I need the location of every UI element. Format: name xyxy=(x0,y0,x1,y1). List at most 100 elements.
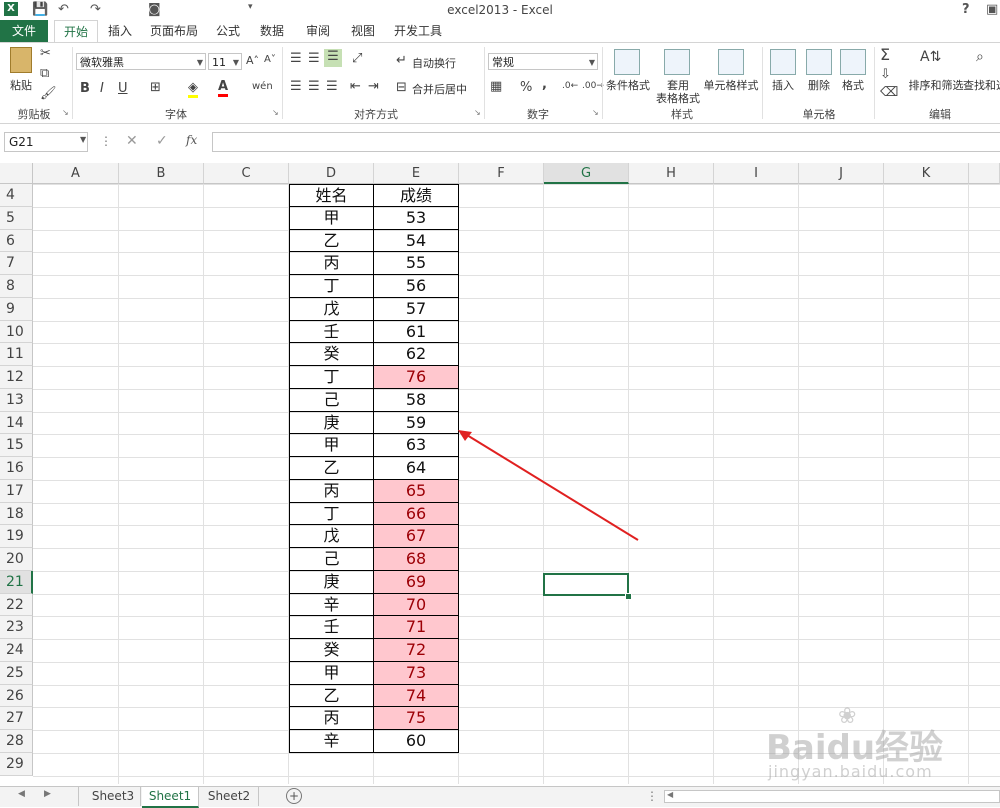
table-cell-name[interactable]: 乙 xyxy=(289,229,374,253)
sheet-tab-sheet1[interactable]: Sheet1 xyxy=(142,787,199,808)
dialog-launcher-icon[interactable]: ↘ xyxy=(62,108,69,117)
tab-insert[interactable]: 插入 xyxy=(100,20,140,42)
delete-cells-icon[interactable] xyxy=(806,49,832,75)
increase-decimal-icon[interactable]: .0← xyxy=(562,81,578,91)
row-header-7[interactable]: 7 xyxy=(0,252,33,275)
paste-button[interactable]: 粘贴 xyxy=(6,77,36,93)
row-header-12[interactable]: 12 xyxy=(0,366,33,389)
table-cell-score[interactable]: 66 xyxy=(374,502,459,526)
table-cell-name[interactable]: 庚 xyxy=(289,570,374,594)
row-header-18[interactable]: 18 xyxy=(0,502,33,526)
header-cell-name[interactable]: 姓名 xyxy=(289,184,374,207)
find-select-button[interactable]: 查找和选 xyxy=(963,77,1000,93)
row-header-8[interactable]: 8 xyxy=(0,275,33,298)
table-cell-score[interactable]: 67 xyxy=(374,525,459,548)
table-cell-score[interactable]: 73 xyxy=(374,661,459,685)
row-header-21[interactable]: 21 xyxy=(0,570,33,594)
scroll-right-icon[interactable]: ▶ xyxy=(44,789,51,799)
align-left-icon[interactable]: ☰ xyxy=(290,79,302,94)
table-cell-score[interactable]: 70 xyxy=(374,593,459,617)
cell-styles-icon[interactable] xyxy=(718,49,744,75)
column-header-k[interactable]: K xyxy=(884,163,969,184)
table-cell-name[interactable]: 庚 xyxy=(289,411,374,435)
sheet-tab-sheet3[interactable]: Sheet3 xyxy=(86,787,141,806)
row-header-10[interactable]: 10 xyxy=(0,320,33,344)
merge-center-icon[interactable]: ⊟ xyxy=(396,80,407,95)
conditional-formatting-icon[interactable] xyxy=(614,49,640,75)
row-header-27[interactable]: 27 xyxy=(0,707,33,730)
formula-input[interactable] xyxy=(212,132,1000,152)
table-cell-score[interactable]: 53 xyxy=(374,206,459,230)
row-header-20[interactable]: 20 xyxy=(0,548,33,571)
table-cell-score[interactable]: 55 xyxy=(374,252,459,275)
column-header-j[interactable]: J xyxy=(799,163,884,184)
tab-file[interactable]: 文件 xyxy=(0,20,48,42)
dialog-launcher-icon[interactable]: ↘ xyxy=(592,108,599,117)
table-cell-score[interactable]: 56 xyxy=(374,275,459,298)
decrease-font-icon[interactable]: A˅ xyxy=(264,54,276,65)
increase-indent-icon[interactable]: ⇥ xyxy=(368,79,379,94)
wrap-text-icon[interactable]: ↵ xyxy=(396,53,407,68)
column-header-d[interactable]: D xyxy=(289,163,374,184)
table-cell-score[interactable]: 74 xyxy=(374,684,459,708)
conditional-formatting-button[interactable]: 条件格式 xyxy=(604,77,652,93)
format-cells-button[interactable]: 格式 xyxy=(838,77,868,93)
phonetic-icon[interactable]: wén xyxy=(252,81,273,92)
table-cell-name[interactable]: 壬 xyxy=(289,320,374,344)
table-cell-name[interactable]: 癸 xyxy=(289,639,374,662)
italic-button[interactable]: I xyxy=(100,81,104,96)
copy-icon[interactable]: ⧉ xyxy=(40,66,49,81)
table-cell-score[interactable]: 59 xyxy=(374,411,459,435)
table-cell-name[interactable]: 甲 xyxy=(289,661,374,685)
table-cell-score[interactable]: 76 xyxy=(374,366,459,389)
row-header-5[interactable]: 5 xyxy=(0,206,33,230)
insert-cells-button[interactable]: 插入 xyxy=(768,77,798,93)
currency-icon[interactable]: ▦ xyxy=(490,79,502,94)
align-center-icon[interactable]: ☰ xyxy=(308,79,320,94)
table-cell-name[interactable]: 癸 xyxy=(289,343,374,366)
paste-icon[interactable] xyxy=(10,47,32,73)
table-cell-score[interactable]: 72 xyxy=(374,639,459,662)
tab-review[interactable]: 审阅 xyxy=(298,20,338,42)
table-cell-score[interactable]: 69 xyxy=(374,570,459,594)
column-header-b[interactable]: B xyxy=(119,163,204,184)
bold-button[interactable]: B xyxy=(80,81,90,96)
table-cell-score[interactable]: 64 xyxy=(374,457,459,480)
format-cells-icon[interactable] xyxy=(840,49,866,75)
merge-center-button[interactable]: 合并后居中 xyxy=(412,81,467,97)
tab-formulas[interactable]: 公式 xyxy=(208,20,248,42)
table-cell-name[interactable]: 丙 xyxy=(289,252,374,275)
table-cell-name[interactable]: 甲 xyxy=(289,434,374,457)
table-cell-score[interactable]: 60 xyxy=(374,730,459,753)
table-cell-name[interactable]: 丁 xyxy=(289,502,374,526)
add-sheet-icon[interactable]: + xyxy=(286,788,302,804)
row-header-9[interactable]: 9 xyxy=(0,297,33,321)
row-header-6[interactable]: 6 xyxy=(0,229,33,253)
fill-icon[interactable]: ⇩ xyxy=(880,67,891,82)
table-cell-score[interactable]: 57 xyxy=(374,297,459,321)
table-cell-name[interactable]: 壬 xyxy=(289,616,374,639)
borders-icon[interactable]: ⊞ xyxy=(150,80,161,95)
tab-data[interactable]: 数据 xyxy=(252,20,292,42)
table-cell-name[interactable]: 己 xyxy=(289,548,374,571)
table-cell-score[interactable]: 61 xyxy=(374,320,459,344)
more-options-icon[interactable]: ⋮ xyxy=(100,134,112,148)
align-middle-icon[interactable]: ☰ xyxy=(308,51,320,66)
decrease-indent-icon[interactable]: ⇤ xyxy=(350,79,361,94)
chevron-down-icon[interactable]: ▼ xyxy=(80,135,86,144)
selected-cell-g21[interactable] xyxy=(543,573,629,596)
select-all-corner[interactable] xyxy=(0,163,33,184)
scroll-left-icon[interactable]: ◀ xyxy=(18,789,25,799)
increase-font-icon[interactable]: A˄ xyxy=(246,54,259,67)
header-cell-score[interactable]: 成绩 xyxy=(374,184,459,207)
orientation-icon[interactable]: ⤢ xyxy=(352,51,362,66)
find-select-icon[interactable]: ⌕ xyxy=(976,49,984,65)
row-header-28[interactable]: 28 xyxy=(0,730,33,753)
delete-cells-button[interactable]: 删除 xyxy=(804,77,834,93)
row-header-26[interactable]: 26 xyxy=(0,684,33,708)
row-header-19[interactable]: 19 xyxy=(0,525,33,548)
clear-icon[interactable]: ⌫ xyxy=(880,85,898,100)
number-format-select[interactable]: 常规 ▼ xyxy=(488,53,598,70)
font-color-icon[interactable]: A xyxy=(218,79,229,97)
cancel-icon[interactable]: ✕ xyxy=(126,133,138,149)
